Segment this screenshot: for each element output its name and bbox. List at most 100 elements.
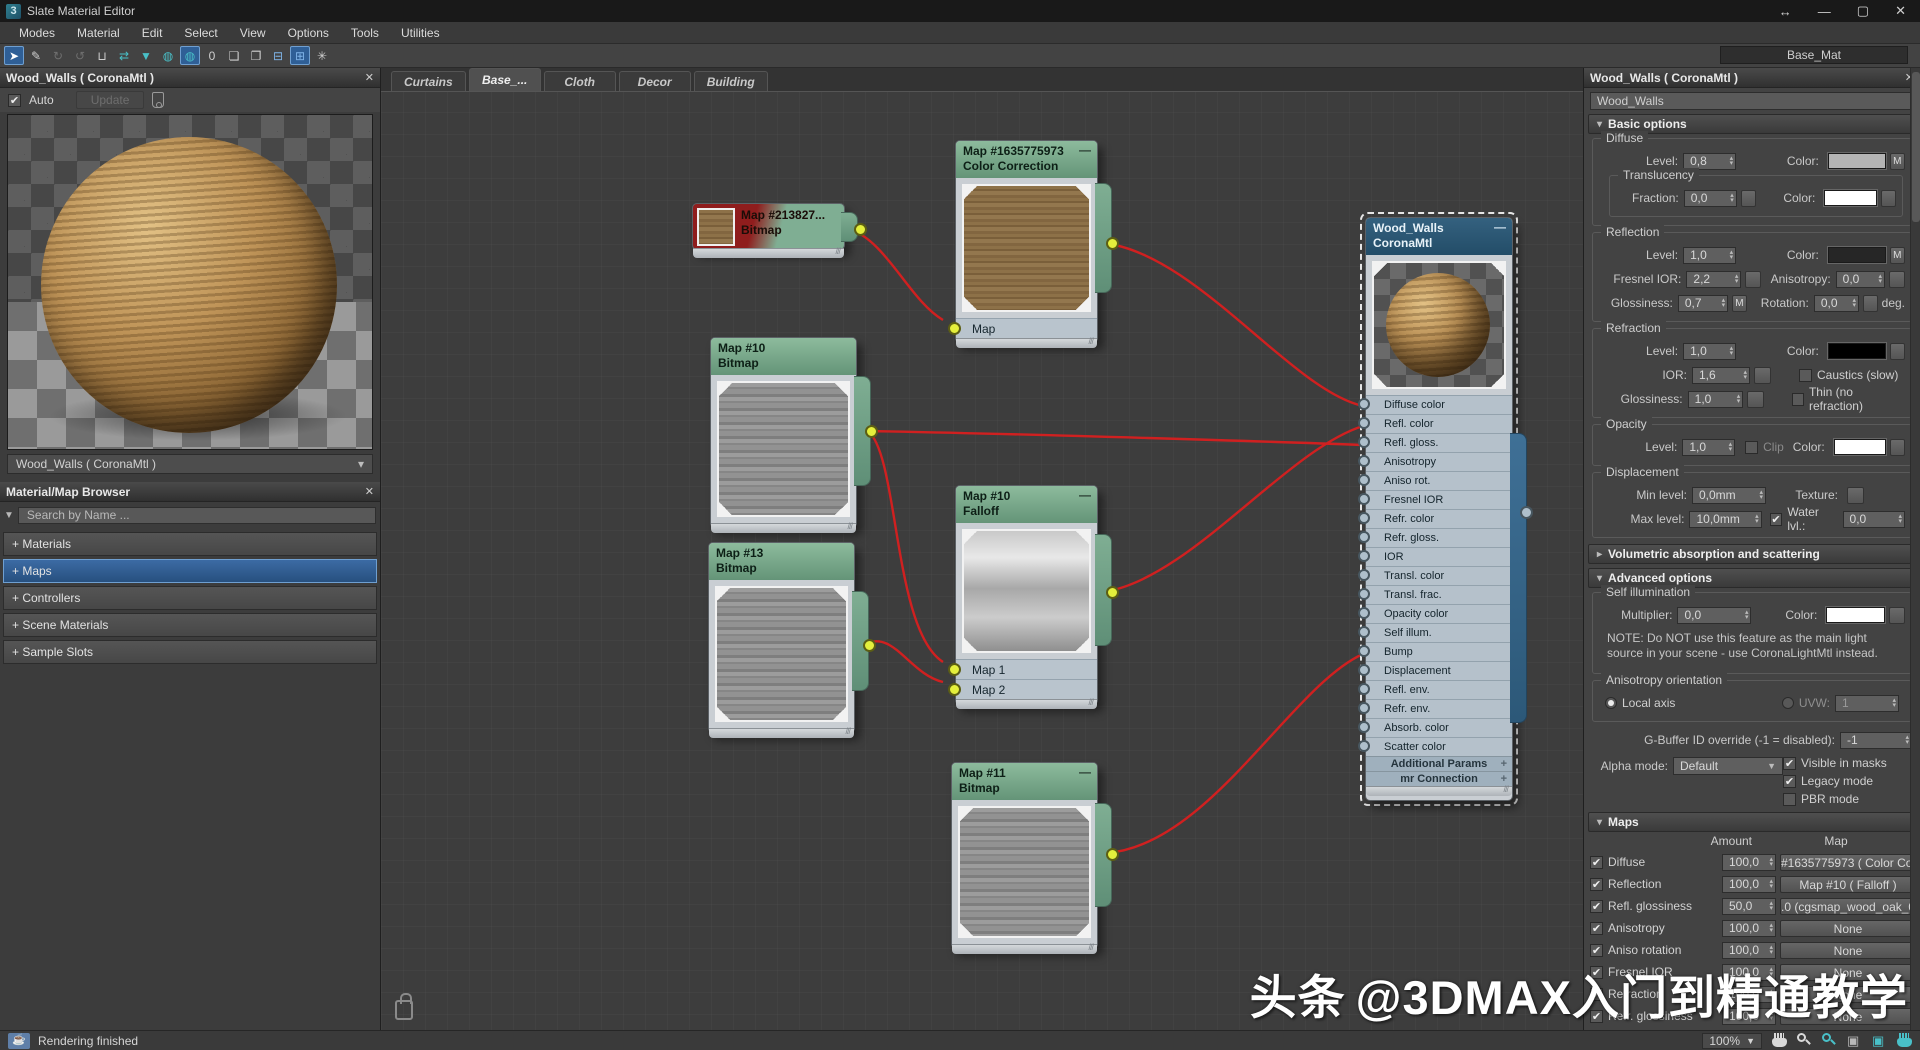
anisotropy-spinner[interactable]: 0,0 ▴▾ xyxy=(1836,271,1885,288)
input-socket[interactable] xyxy=(948,663,961,676)
map-slot-button[interactable]: None xyxy=(1780,920,1916,937)
menu-item[interactable]: Options xyxy=(277,24,340,42)
material-input-slot[interactable]: Refl. gloss. xyxy=(1366,433,1512,452)
update-preview-icon[interactable]: ↻ xyxy=(48,46,68,65)
dock-icon[interactable]: ↔ xyxy=(1779,4,1792,19)
reflection-glossiness-spinner[interactable]: 0,7 ▴▾ xyxy=(1678,295,1728,312)
input-socket[interactable] xyxy=(1358,531,1370,543)
collapse-node-icon[interactable]: — xyxy=(1079,143,1091,158)
zoom-level-dropdown[interactable]: 100% ▼ xyxy=(1702,1033,1762,1049)
material-input-slot[interactable]: Absorb. color xyxy=(1366,718,1512,737)
material-input-slot[interactable]: Displacement xyxy=(1366,661,1512,680)
diffuse-color-map-button[interactable]: M xyxy=(1890,153,1905,170)
reflection-level-spinner[interactable]: 1,0 ▴▾ xyxy=(1683,247,1736,264)
layout-children-icon[interactable]: ❐ xyxy=(246,46,266,65)
node-color-correction[interactable]: Map #1635775973 Color Correction — Map xyxy=(955,140,1098,343)
output-socket[interactable] xyxy=(1106,848,1119,861)
map-enable-checkbox[interactable]: ✔ xyxy=(1590,944,1603,957)
node-input-slot[interactable]: Map xyxy=(956,318,1097,338)
uvw-spinner[interactable]: 1 ▴▾ xyxy=(1835,695,1899,712)
map-amount-spinner[interactable]: 50,0 ▴▾ xyxy=(1722,898,1776,915)
diffuse-level-spinner[interactable]: 0,8 ▴▾ xyxy=(1683,153,1736,170)
search-options-icon[interactable]: ▼ xyxy=(4,510,14,521)
displacement-min-spinner[interactable]: 0,0mm ▴▾ xyxy=(1692,487,1766,504)
output-socket[interactable] xyxy=(865,425,878,438)
refraction-color-swatch[interactable] xyxy=(1828,343,1886,359)
material-input-slot[interactable]: Refr. gloss. xyxy=(1366,528,1512,547)
browser-list-item[interactable]: + Scene Materials xyxy=(3,613,377,637)
caustics-checkbox[interactable]: ✔ xyxy=(1799,369,1812,382)
view-tab[interactable]: Curtains xyxy=(391,71,466,91)
input-socket[interactable] xyxy=(1358,626,1370,638)
menu-item[interactable]: Edit xyxy=(131,24,174,42)
displacement-max-spinner[interactable]: 10,0mm ▴▾ xyxy=(1689,511,1761,528)
map-enable-checkbox[interactable]: ✔ xyxy=(1590,900,1603,913)
map-amount-spinner[interactable]: 100,0 ▴▾ xyxy=(1722,920,1776,937)
material-input-slot[interactable]: Transl. frac. xyxy=(1366,585,1512,604)
menu-item[interactable]: View xyxy=(229,24,277,42)
opacity-color-map-button[interactable] xyxy=(1890,439,1905,456)
rotation-map-button[interactable] xyxy=(1863,295,1878,312)
refraction-glossiness-map-button[interactable] xyxy=(1747,391,1763,408)
translucency-color-map-button[interactable] xyxy=(1881,190,1896,207)
pan-to-selected-icon[interactable] xyxy=(1897,1033,1912,1048)
collapse-node-icon[interactable]: — xyxy=(1079,765,1091,780)
opacity-level-spinner[interactable]: 1,0 ▴▾ xyxy=(1682,439,1735,456)
input-socket[interactable] xyxy=(948,683,961,696)
selfillum-color-map-button[interactable] xyxy=(1889,607,1905,624)
menu-item[interactable]: Material xyxy=(66,24,131,42)
rollout-maps[interactable]: ▾ Maps xyxy=(1588,812,1916,832)
translucency-fraction-spinner[interactable]: 0,0 ▴▾ xyxy=(1684,190,1737,207)
input-socket[interactable] xyxy=(1358,474,1370,486)
close-icon[interactable]: ✕ xyxy=(365,71,374,84)
scrollbar[interactable] xyxy=(1910,68,1920,1030)
browser-list-item[interactable]: + Materials xyxy=(3,532,377,556)
pbr-mode-checkbox[interactable]: ✔ xyxy=(1783,793,1796,806)
node-footer-row[interactable]: Additional Params + xyxy=(1366,756,1512,771)
pick-material-icon[interactable]: ✎ xyxy=(26,46,46,65)
material-input-slot[interactable]: IOR xyxy=(1366,547,1512,566)
map-amount-spinner[interactable]: 100,0 ▴▾ xyxy=(1722,854,1776,871)
parameter-editor-toggle-icon[interactable]: ⊞ xyxy=(290,46,310,65)
zoom-extents-selected-icon[interactable]: ▣ xyxy=(1872,1033,1887,1048)
update-button[interactable]: Update xyxy=(76,91,145,109)
selfillum-color-swatch[interactable] xyxy=(1826,607,1885,623)
input-socket[interactable] xyxy=(1358,398,1370,410)
zoom-extents-icon[interactable]: ▣ xyxy=(1847,1033,1862,1048)
browser-list-item[interactable]: + Sample Slots xyxy=(3,640,377,664)
menu-item[interactable]: Select xyxy=(173,24,228,42)
fresnel-ior-map-button[interactable] xyxy=(1745,271,1761,288)
diffuse-color-swatch[interactable] xyxy=(1828,153,1886,169)
reflection-color-map-button[interactable]: M xyxy=(1890,247,1905,264)
node-map10-bitmap[interactable]: Map #10 Bitmap xyxy=(710,337,857,528)
input-socket[interactable] xyxy=(1358,664,1370,676)
uvw-radio[interactable] xyxy=(1782,697,1794,709)
show-background-icon[interactable]: ▼ xyxy=(136,46,156,65)
fresnel-ior-spinner[interactable]: 2,2 ▴▾ xyxy=(1686,271,1741,288)
visible-in-masks-checkbox[interactable]: ✔ xyxy=(1783,757,1796,770)
legacy-mode-checkbox[interactable]: ✔ xyxy=(1783,775,1796,788)
anisotropy-map-button[interactable] xyxy=(1889,271,1905,288)
material-input-slot[interactable]: Anisotropy xyxy=(1366,452,1512,471)
utilities-icon[interactable]: ✳ xyxy=(312,46,332,65)
view-tab[interactable]: Cloth xyxy=(544,71,616,91)
input-socket[interactable] xyxy=(1358,436,1370,448)
close-button[interactable]: ✕ xyxy=(1895,3,1906,19)
selfillum-multiplier-spinner[interactable]: 0,0 ▴▾ xyxy=(1677,607,1751,624)
menu-item[interactable]: Utilities xyxy=(390,24,451,42)
input-socket[interactable] xyxy=(1358,569,1370,581)
rollout-volumetric[interactable]: ▸ Volumetric absorption and scattering xyxy=(1588,544,1916,564)
view-tab[interactable]: Building xyxy=(694,71,768,91)
thin-checkbox[interactable]: ✔ xyxy=(1792,393,1804,406)
hide-unused-nodeslots-icon[interactable]: ⇄ xyxy=(114,46,134,65)
input-socket[interactable] xyxy=(1358,721,1370,733)
pan-icon[interactable] xyxy=(1772,1033,1787,1048)
node-bitmap-213827[interactable]: Map #213827... Bitmap xyxy=(692,203,845,250)
reflection-glossiness-map-button[interactable]: M xyxy=(1732,295,1747,312)
material-input-slot[interactable]: Diffuse color xyxy=(1366,395,1512,414)
translucency-color-swatch[interactable] xyxy=(1824,190,1876,206)
water-level-spinner[interactable]: 0,0 ▴▾ xyxy=(1843,511,1905,528)
material-name-input[interactable]: Wood_Walls xyxy=(1590,92,1914,110)
material-input-slot[interactable]: Transl. color xyxy=(1366,566,1512,585)
input-socket[interactable] xyxy=(1358,683,1370,695)
